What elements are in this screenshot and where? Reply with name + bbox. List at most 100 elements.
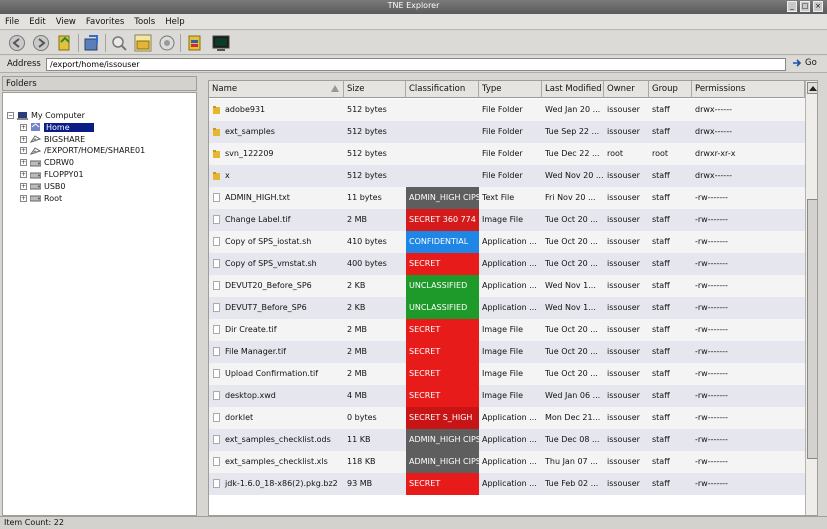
expand-icon[interactable]: + xyxy=(20,123,27,131)
go-label: Go xyxy=(805,58,817,68)
table-row[interactable]: DEVUT7_Before_SP6 2 KB UNCLASSIFIED Applica… xyxy=(209,297,805,319)
col-permissions-label: Permissions xyxy=(695,84,746,94)
folder-icon xyxy=(213,106,220,114)
collapse-icon[interactable]: − xyxy=(7,112,14,119)
table-row[interactable]: desktop.xwd 4 MB SECRET Image File Wed Jan 0… xyxy=(209,385,805,407)
address-label: Address xyxy=(7,59,41,69)
table-row[interactable]: ext_samples 512 bytes File Folder Tue Sep 2… xyxy=(209,121,805,143)
tree-item[interactable]: + BIGSHARE xyxy=(20,134,85,145)
cell-perm-text: -rw------- xyxy=(695,193,728,202)
cell-modified: Tue Feb 02 ... xyxy=(542,473,604,495)
table-row[interactable]: Copy of SPS_iostat.sh 410 bytes CONFIDENTI… xyxy=(209,231,805,253)
cell-class: ADMIN_HIGH CIPS xyxy=(406,187,479,209)
tree-item[interactable]: + Home xyxy=(20,122,94,133)
expand-icon[interactable]: + xyxy=(20,135,27,143)
cell-name: dorklet xyxy=(209,407,344,429)
table-row[interactable]: Change Label.tif 2 MB SECRET 360 774 Image … xyxy=(209,209,805,231)
table-row[interactable]: ext_samples_checklist.xls 118 KB ADMIN_HIG… xyxy=(209,451,805,473)
cell-class: UNCLASSIFIED xyxy=(406,297,479,319)
folder-icon xyxy=(213,172,220,180)
cell-class-text: SECRET xyxy=(409,479,441,488)
up-folder-icon[interactable] xyxy=(56,34,74,52)
tree-item[interactable]: + FLOPPY01 xyxy=(20,169,84,180)
cell-class xyxy=(406,143,479,165)
table-row[interactable]: adobe931 512 bytes File Folder Wed Jan 20 .… xyxy=(209,99,805,121)
menu-tools[interactable]: Tools xyxy=(129,17,160,27)
col-permissions-header[interactable]: Permissions xyxy=(692,81,805,98)
col-owner-header[interactable]: Owner xyxy=(604,81,649,98)
menu-help[interactable]: Help xyxy=(160,17,189,27)
minimize-button[interactable]: _ xyxy=(787,1,797,12)
address-input[interactable] xyxy=(46,58,786,71)
scroll-up-button[interactable] xyxy=(807,82,817,94)
tree-item[interactable]: + Root xyxy=(20,193,62,204)
table-row[interactable]: File Manager.tif 2 MB SECRET Image File Tue … xyxy=(209,341,805,363)
col-type-header[interactable]: Type xyxy=(479,81,542,98)
network-icon[interactable] xyxy=(158,34,176,52)
cell-modified: Mon Dec 21... xyxy=(542,407,604,429)
col-last-modified-header[interactable]: Last Modified xyxy=(542,81,604,98)
menu-favorites[interactable]: Favorites xyxy=(81,17,129,27)
col-classification-header[interactable]: Classification xyxy=(406,81,479,98)
maximize-button[interactable]: □ xyxy=(800,1,810,12)
cell-class: SECRET xyxy=(406,319,479,341)
cell-modified-text: Tue Oct 20 ... xyxy=(545,347,598,356)
cell-group-text: staff xyxy=(652,325,670,334)
label-icon[interactable] xyxy=(186,34,204,52)
close-button[interactable]: × xyxy=(813,1,823,12)
table-row[interactable]: Upload Confirmation.tif 2 MB SECRET Image F… xyxy=(209,363,805,385)
table-row[interactable]: jdk-1.6.0_18-x86(2).pkg.bz2 93 MB SECRET Ap… xyxy=(209,473,805,495)
cell-perm: -rw------- xyxy=(692,253,805,275)
tree-item[interactable]: + /EXPORT/HOME/SHARE01 xyxy=(20,145,145,156)
cell-group: staff xyxy=(649,275,692,297)
cell-group: staff xyxy=(649,121,692,143)
table-row[interactable]: ext_samples_checklist.ods 11 KB ADMIN_HIGH… xyxy=(209,429,805,451)
col-name-header[interactable]: Name xyxy=(209,81,344,98)
tree-item-label: Root xyxy=(44,193,63,203)
folders-view-icon[interactable] xyxy=(134,34,152,52)
table-row[interactable]: svn_122209 512 bytes File Folder Tue Dec 22… xyxy=(209,143,805,165)
table-row[interactable]: Dir Create.tif 2 MB SECRET Image File Tue Oc… xyxy=(209,319,805,341)
table-row[interactable]: DEVUT20_Before_SP6 2 KB UNCLASSIFIED Applic… xyxy=(209,275,805,297)
expand-icon[interactable]: + xyxy=(20,171,27,178)
expand-icon[interactable]: + xyxy=(20,159,27,167)
vertical-scrollbar[interactable] xyxy=(805,81,817,515)
col-size-label: Size xyxy=(347,84,365,94)
cell-owner: issouser xyxy=(604,121,649,143)
menu-view[interactable]: View xyxy=(51,17,81,27)
cell-name-text: Dir Create.tif xyxy=(225,325,277,334)
toolbar-separator xyxy=(105,34,106,52)
col-size-header[interactable]: Size xyxy=(344,81,406,98)
cell-class-text: SECRET xyxy=(409,259,441,268)
cell-owner-text: issouser xyxy=(607,281,640,290)
menu-file[interactable]: File xyxy=(0,17,24,27)
go-button[interactable]: Go xyxy=(793,58,817,68)
cell-group: staff xyxy=(649,253,692,275)
cell-class-text: SECRET xyxy=(409,369,441,378)
expand-icon[interactable]: + xyxy=(20,147,27,155)
expand-icon[interactable]: + xyxy=(20,182,27,190)
refresh-icon[interactable] xyxy=(83,34,101,52)
col-group-header[interactable]: Group xyxy=(649,81,692,98)
table-row[interactable]: ADMIN_HIGH.txt 11 bytes ADMIN_HIGH CIPS Tex… xyxy=(209,187,805,209)
scroll-thumb[interactable] xyxy=(807,199,817,459)
table-row[interactable]: x 512 bytes File Folder Wed Nov 20 ... issou… xyxy=(209,165,805,187)
menu-edit[interactable]: Edit xyxy=(24,17,50,27)
cell-perm-text: drwx------ xyxy=(695,105,732,114)
tree-item[interactable]: + USB0 xyxy=(20,181,66,192)
cell-owner: issouser xyxy=(604,319,649,341)
tree-item[interactable]: + CDRW0 xyxy=(20,157,74,168)
tree-item[interactable]: − My Computer xyxy=(7,110,85,121)
cell-perm-text: drwx------ xyxy=(695,171,732,180)
back-icon[interactable] xyxy=(8,34,26,52)
search-icon[interactable] xyxy=(110,34,128,52)
table-row[interactable]: Copy of SPS_vmstat.sh 400 bytes SECRET Appl… xyxy=(209,253,805,275)
expand-icon[interactable]: + xyxy=(20,194,27,202)
col-classification-label: Classification xyxy=(409,84,466,94)
forward-icon[interactable] xyxy=(32,34,50,52)
toolbar xyxy=(0,31,827,55)
cell-name: svn_122209 xyxy=(209,143,344,165)
cell-perm: -rw------- xyxy=(692,451,805,473)
terminal-icon[interactable] xyxy=(212,34,230,52)
table-row[interactable]: dorklet 0 bytes SECRET S_HIGH Application .… xyxy=(209,407,805,429)
